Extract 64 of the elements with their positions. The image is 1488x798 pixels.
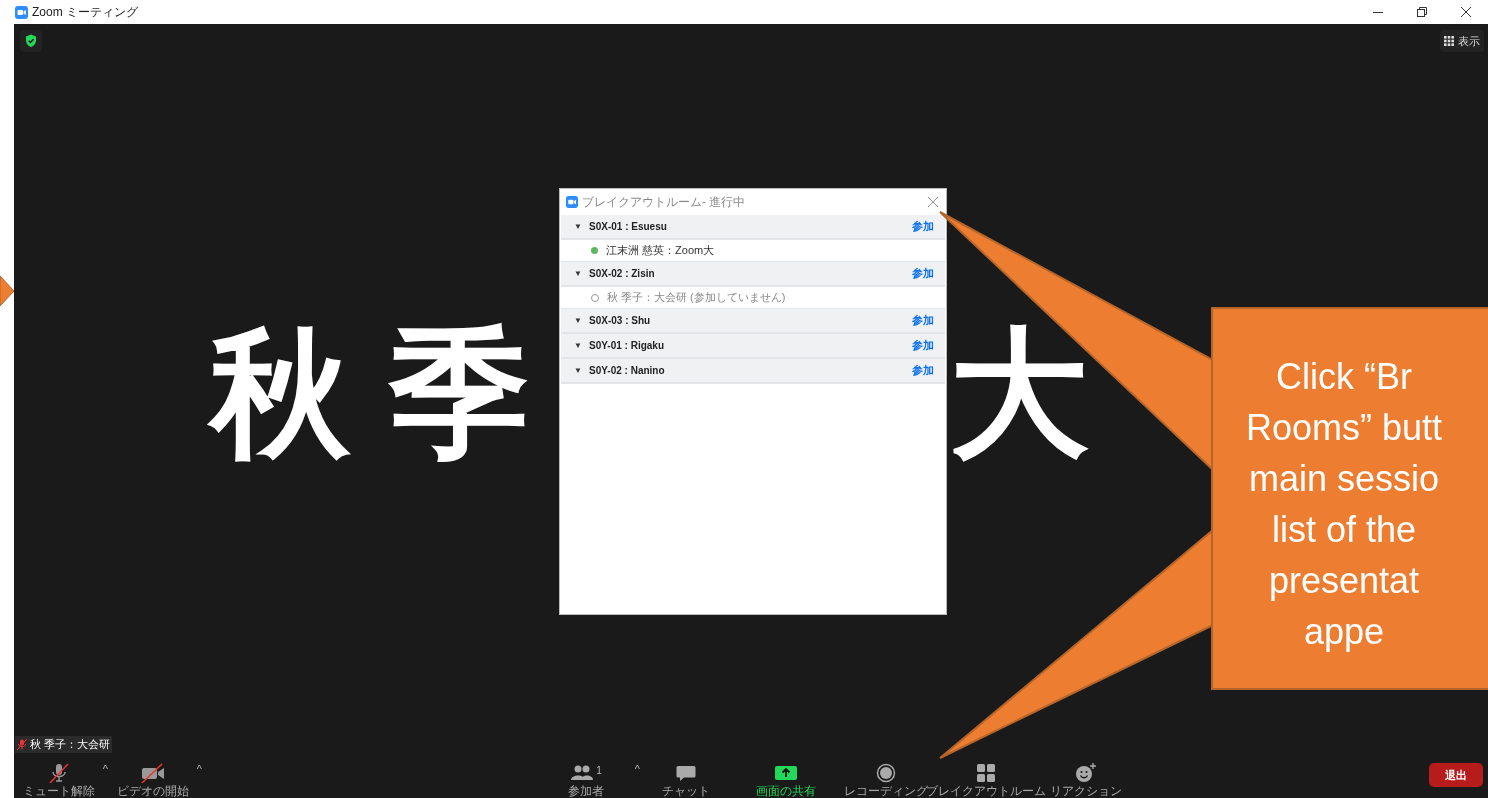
- callout-text: Rooms” butt: [1245, 406, 1443, 450]
- close-icon: [928, 197, 938, 207]
- triangle-icon[interactable]: ▼: [574, 314, 584, 327]
- grid-icon: [976, 763, 996, 783]
- caret-button[interactable]: ^: [102, 761, 108, 778]
- name-tag: 秋 季子：大会研: [15, 736, 113, 753]
- room-name: S0Y-01 : Rigaku: [589, 339, 665, 353]
- shield-check-icon: [20, 30, 42, 52]
- caret-button[interactable]: ^: [634, 761, 640, 778]
- toolbar-button[interactable]: ブレイクアウトルーム: [926, 757, 1046, 798]
- record-icon: [876, 763, 896, 783]
- people-icon: [570, 763, 595, 783]
- toolbar-button[interactable]: 1 参加者: [568, 757, 604, 798]
- room-row[interactable]: ▼ S0X-02 : Zisin 参加: [561, 262, 945, 287]
- room-row[interactable]: ▼ S0X-01 : Esuesu 参加: [561, 215, 945, 240]
- toolbar-button[interactable]: 画面の共有: [756, 757, 816, 798]
- room-name: S0X-03 : Shu: [589, 314, 651, 328]
- grid-icon: [1444, 36, 1454, 46]
- join-link[interactable]: 参加: [912, 337, 934, 354]
- close-icon: [1461, 7, 1471, 17]
- share-screen-icon: [774, 763, 798, 783]
- triangle-icon[interactable]: ▼: [574, 364, 584, 377]
- toolbar-button[interactable]: リアクション: [1050, 757, 1122, 798]
- callout-pointer: [0, 276, 16, 306]
- callout-text: Click “Br: [1276, 355, 1412, 399]
- participant-name: 秋 季子：大会研 (参加していません): [607, 290, 786, 306]
- participant-count: 1: [596, 764, 602, 778]
- video-camera-icon: [140, 763, 166, 783]
- caret-button[interactable]: ^: [196, 761, 202, 778]
- app-logo-icon: [15, 5, 28, 19]
- window-title: Zoom ミーティング: [32, 4, 138, 21]
- microphone-icon: [47, 763, 71, 783]
- room-name: S0X-01 : Esuesu: [589, 220, 667, 234]
- triangle-icon[interactable]: ▼: [574, 339, 584, 352]
- toolbar-button[interactable]: ミュート解除: [23, 757, 95, 798]
- room-name: S0X-02 : Zisin: [589, 267, 655, 281]
- triangle-icon[interactable]: ▼: [574, 267, 584, 280]
- callout-text: presentat: [1268, 559, 1420, 603]
- join-link[interactable]: 参加: [912, 312, 934, 329]
- callout-text: list of the: [1271, 508, 1417, 552]
- triangle-icon[interactable]: ▼: [574, 220, 584, 233]
- view-button[interactable]: 表示: [1440, 30, 1484, 52]
- toolbar-button[interactable]: チャット: [662, 757, 710, 798]
- callout-text: main sessio: [1248, 457, 1440, 501]
- smiley-plus-icon: [1075, 763, 1097, 783]
- join-link[interactable]: 参加: [912, 218, 934, 235]
- room-row[interactable]: ▼ S0X-03 : Shu 参加: [561, 309, 945, 334]
- toolbar-button[interactable]: レコーディング: [844, 757, 928, 798]
- participant-name: 江末洲 慈英：Zoom大: [606, 243, 715, 259]
- close-button[interactable]: [926, 195, 940, 209]
- join-link[interactable]: 参加: [912, 362, 934, 379]
- callout-text: appe: [1303, 610, 1385, 654]
- toolbar-button[interactable]: ビデオの開始: [117, 757, 189, 798]
- chat-bubble-icon: [675, 763, 697, 783]
- participant-name-display: 大: [949, 324, 1089, 464]
- room-name: S0Y-02 : Nanino: [589, 364, 665, 378]
- restore-icon: [1417, 7, 1427, 17]
- dialog-title: ブレイクアウトルーム- 進行中: [582, 194, 746, 211]
- leave-button[interactable]: 退出: [1429, 763, 1483, 787]
- app-logo-icon: [566, 196, 578, 208]
- join-link[interactable]: 参加: [912, 265, 934, 282]
- room-row[interactable]: ▼ S0Y-02 : Nanino 参加: [561, 359, 945, 384]
- minimize-icon: [1373, 11, 1383, 13]
- room-row[interactable]: ▼ S0Y-01 : Rigaku 参加: [561, 334, 945, 359]
